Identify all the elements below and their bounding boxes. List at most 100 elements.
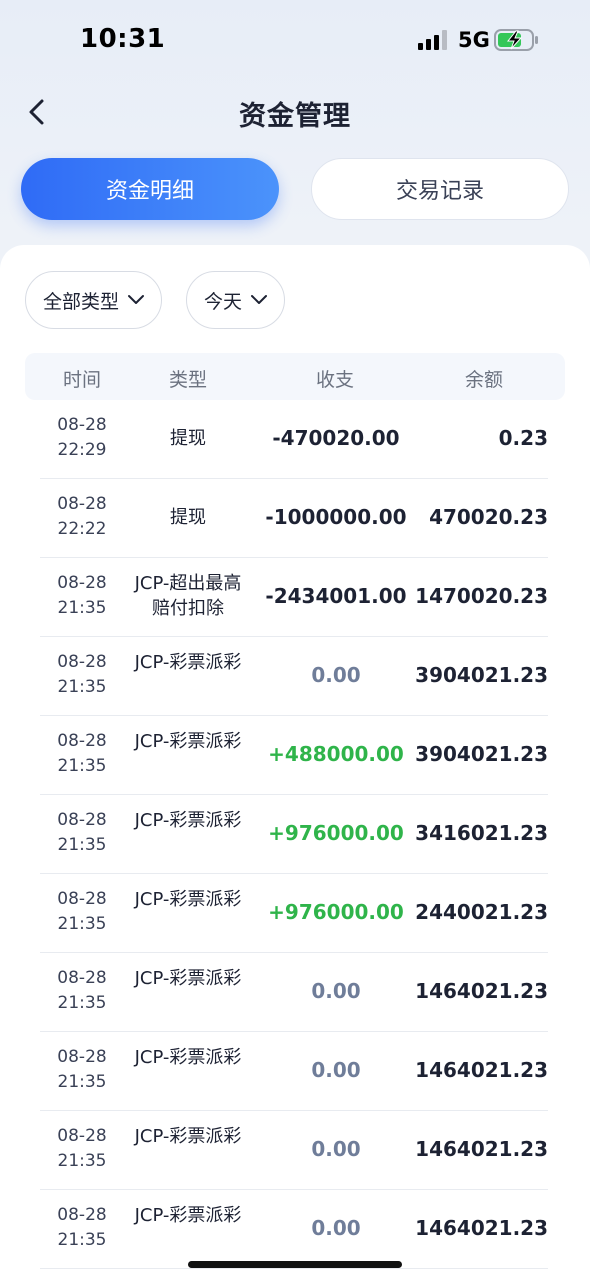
row-time: 22:29 xyxy=(57,440,107,460)
row-type: JCP-彩票派彩 xyxy=(134,1047,242,1068)
status-bar: 10:31 5G xyxy=(0,0,590,80)
type-filter-dropdown[interactable]: 全部类型 xyxy=(25,271,162,329)
table-row: 08-28 21:35 JCP-彩票派彩 +488000.00 3904021.23 xyxy=(0,716,590,795)
row-datetime: 08-28 21:35 xyxy=(40,808,124,858)
table-row: 08-28 22:29 提现 -470020.00 0.23 xyxy=(0,400,590,479)
row-date: 08-28 xyxy=(57,1047,107,1067)
table-row: 08-28 21:35 JCP-彩票派彩 0.00 1464021.23 xyxy=(0,1111,590,1190)
fund-management-screen: 10:31 5G 资金管理 资金明细 交易记录 全部类型 今天 时间 类型 收支… xyxy=(0,0,590,1280)
table-row: 08-28 22:22 提现 -1000000.00 470020.23 xyxy=(0,479,590,558)
row-time: 21:35 xyxy=(57,993,107,1013)
row-datetime: 08-28 21:35 xyxy=(40,1203,124,1253)
row-balance: 1464021.23 xyxy=(415,979,548,1003)
table-row: 08-28 21:35 JCP-彩票派彩 +976000.00 2440021.23 xyxy=(0,874,590,953)
row-datetime: 08-28 21:35 xyxy=(40,887,124,937)
row-change: -470020.00 xyxy=(272,426,400,450)
row-type: JCP-彩票派彩 xyxy=(134,810,242,831)
row-type: 提现 xyxy=(170,507,206,528)
row-balance: 1464021.23 xyxy=(415,1137,548,1161)
row-balance: 0.23 xyxy=(498,426,548,450)
row-change: 0.00 xyxy=(311,979,361,1003)
row-time: 21:35 xyxy=(57,1230,107,1250)
row-balance: 3904021.23 xyxy=(415,663,548,687)
chevron-down-icon xyxy=(251,295,267,304)
table-row: 08-28 21:35 JCP-彩票派彩 0.00 1464021.23 xyxy=(0,953,590,1032)
status-time: 10:31 xyxy=(80,24,166,54)
date-filter-label: 今天 xyxy=(204,290,243,313)
row-change: 0.00 xyxy=(311,1058,361,1082)
row-datetime: 08-28 21:35 xyxy=(40,571,124,621)
battery-charging-icon xyxy=(494,29,538,51)
row-balance: 1464021.23 xyxy=(415,1216,548,1240)
row-balance: 470020.23 xyxy=(429,505,548,529)
row-balance: 2440021.23 xyxy=(415,900,548,924)
fund-details-card: 全部类型 今天 时间 类型 收支 余额 08-28 22:29 提现 -470020.… xyxy=(0,245,590,1280)
row-type: JCP-彩票派彩 xyxy=(134,1205,242,1226)
row-type: JCP-彩票派彩 xyxy=(134,968,242,989)
row-change: -1000000.00 xyxy=(265,505,407,529)
tab-fund-details[interactable]: 资金明细 xyxy=(21,158,279,220)
chevron-down-icon xyxy=(128,295,144,304)
row-date: 08-28 xyxy=(57,889,107,909)
row-balance: 3416021.23 xyxy=(415,821,548,845)
column-header-change: 收支 xyxy=(315,369,354,391)
row-divider xyxy=(40,1268,548,1269)
transaction-list: 08-28 22:29 提现 -470020.00 0.23 08-28 22:22 提现 -1… xyxy=(0,400,590,1269)
row-datetime: 08-28 21:35 xyxy=(40,650,124,700)
row-date: 08-28 xyxy=(57,494,107,514)
tab-trade-records[interactable]: 交易记录 xyxy=(311,158,569,220)
date-filter-dropdown[interactable]: 今天 xyxy=(186,271,285,329)
column-header-time: 时间 xyxy=(62,369,101,391)
row-type: JCP-彩票派彩 xyxy=(134,889,242,910)
row-datetime: 08-28 21:35 xyxy=(40,1045,124,1095)
network-type: 5G xyxy=(458,28,490,52)
row-change: 0.00 xyxy=(311,663,361,687)
row-datetime: 08-28 22:22 xyxy=(40,492,124,542)
row-datetime: 08-28 21:35 xyxy=(40,1124,124,1174)
column-header-balance: 余额 xyxy=(464,369,503,391)
type-filter-label: 全部类型 xyxy=(43,290,120,313)
row-datetime: 08-28 21:35 xyxy=(40,966,124,1016)
row-type: JCP-超出最高赔付扣除 xyxy=(134,573,242,619)
row-time: 21:35 xyxy=(57,677,107,697)
row-date: 08-28 xyxy=(57,1205,107,1225)
row-date: 08-28 xyxy=(57,810,107,830)
row-time: 21:35 xyxy=(57,835,107,855)
row-datetime: 08-28 21:35 xyxy=(40,729,124,779)
table-header: 时间 类型 收支 余额 xyxy=(25,353,565,400)
row-time: 21:35 xyxy=(57,598,107,618)
row-time: 21:35 xyxy=(57,914,107,934)
row-date: 08-28 xyxy=(57,731,107,751)
row-change: -2434001.00 xyxy=(265,584,407,608)
row-change: 0.00 xyxy=(311,1137,361,1161)
row-change: +976000.00 xyxy=(268,821,404,845)
row-time: 21:35 xyxy=(57,1072,107,1092)
row-type: 提现 xyxy=(170,428,206,449)
table-row: 08-28 21:35 JCP-彩票派彩 0.00 1464021.23 xyxy=(0,1032,590,1111)
row-change: +976000.00 xyxy=(268,900,404,924)
row-date: 08-28 xyxy=(57,968,107,988)
cellular-signal-icon xyxy=(418,30,447,50)
row-date: 08-28 xyxy=(57,1126,107,1146)
row-type: JCP-彩票派彩 xyxy=(134,652,242,673)
row-change: 0.00 xyxy=(311,1216,361,1240)
row-date: 08-28 xyxy=(57,573,107,593)
table-row: 08-28 21:35 JCP-彩票派彩 0.00 1464021.23 xyxy=(0,1190,590,1269)
column-header-type: 类型 xyxy=(168,369,207,391)
row-balance: 3904021.23 xyxy=(415,742,548,766)
navigation-bar: 资金管理 xyxy=(0,80,590,144)
row-balance: 1464021.23 xyxy=(415,1058,548,1082)
table-row: 08-28 21:35 JCP-彩票派彩 +976000.00 3416021.23 xyxy=(0,795,590,874)
table-row: 08-28 21:35 JCP-彩票派彩 0.00 3904021.23 xyxy=(0,637,590,716)
table-row: 08-28 21:35 JCP-超出最高赔付扣除 -2434001.00 1470020… xyxy=(0,558,590,637)
row-date: 08-28 xyxy=(57,652,107,672)
row-type: JCP-彩票派彩 xyxy=(134,1126,242,1147)
row-change: +488000.00 xyxy=(268,742,404,766)
row-date: 08-28 xyxy=(57,415,107,435)
row-time: 21:35 xyxy=(57,756,107,776)
row-time: 21:35 xyxy=(57,1151,107,1171)
home-indicator xyxy=(188,1261,402,1268)
row-balance: 1470020.23 xyxy=(415,584,548,608)
row-datetime: 08-28 22:29 xyxy=(40,413,124,463)
row-type: JCP-彩票派彩 xyxy=(134,731,242,752)
